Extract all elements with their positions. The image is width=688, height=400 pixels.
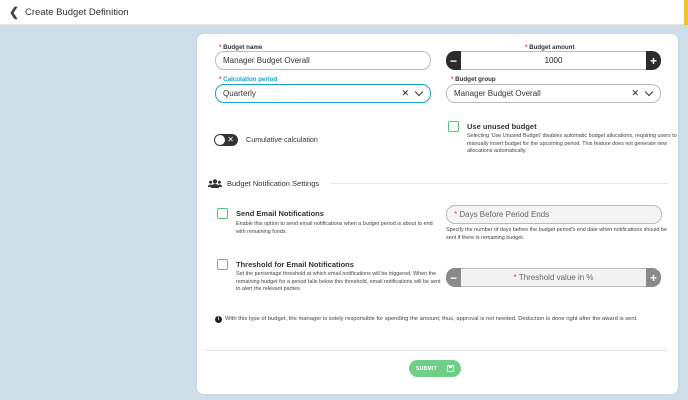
chevron-down-icon[interactable] [644,87,654,97]
budget-amount-stepper: − 1000 + [446,51,661,70]
notification-section-header: Budget Notification Settings [208,179,319,188]
clear-icon[interactable]: ✕ [631,88,639,99]
calculation-period-select[interactable]: Quarterly ✕ [215,84,431,103]
days-before-input[interactable]: * Days Before Period Ends [446,205,662,224]
threshold-stepper: − * Threshold value in % + [446,268,661,287]
calculation-period-label: * Calculation period [219,76,278,83]
budget-group-select[interactable]: Manager Budget Overall ✕ [446,84,661,103]
budget-name-input[interactable]: Manager Budget Overall [215,51,431,70]
clear-icon[interactable]: ✕ [401,88,409,99]
threshold-checkbox[interactable] [217,259,228,270]
threshold-help: Set the percentage threshold at which em… [236,271,441,292]
submit-button[interactable]: SUBMIT [409,360,461,377]
toggle-knob [215,135,225,145]
section-divider [330,183,668,184]
use-unused-checkbox[interactable] [448,121,459,132]
threshold-decrement-button[interactable]: − [446,268,461,287]
budget-note: i With this type of budget, the manager i… [215,315,665,324]
threshold-increment-button[interactable]: + [646,268,661,287]
budget-name-label: * Budget name [219,44,263,51]
cumulative-label: Cumulative calculation [246,135,318,144]
send-email-checkbox[interactable] [217,208,228,219]
use-unused-help: Selecting 'Use Unused Budget' disables a… [467,133,677,154]
footer-divider [205,350,668,351]
use-unused-label: Use unused budget [467,122,537,131]
cumulative-toggle[interactable]: ✕ [214,134,238,146]
chevron-down-icon[interactable] [414,87,424,97]
save-icon [446,365,454,372]
accent-strip [684,0,688,25]
decrement-button[interactable]: − [446,51,461,70]
budget-group-label: * Budget group [451,76,496,83]
threshold-label: Threshold for Email Notifications [236,260,354,269]
increment-button[interactable]: + [646,51,661,70]
budget-amount-input[interactable]: 1000 [461,51,646,70]
threshold-input[interactable]: * Threshold value in % [461,268,646,287]
toggle-off-icon: ✕ [227,135,234,144]
users-icon [208,179,222,188]
send-email-label: Send Email Notifications [236,209,324,218]
info-icon: i [215,316,222,323]
chevron-left-icon[interactable]: ❮ [5,5,23,19]
budget-amount-label: * Budget amount [525,44,575,51]
page-title: Create Budget Definition [25,6,129,18]
send-email-help: Enable this option to send email notific… [236,221,433,235]
days-before-help: Specify the number of days before the bu… [446,227,667,241]
top-bar: ❮ Create Budget Definition [0,0,688,25]
